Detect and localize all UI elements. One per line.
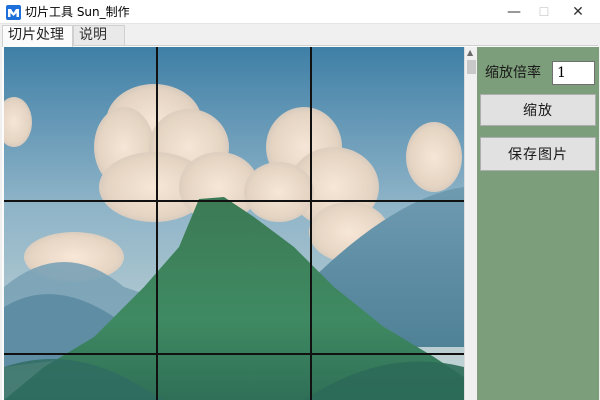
close-icon: ✕ (572, 4, 584, 20)
title-bar: 切片工具 Sun_制作 — ☐ ✕ (0, 0, 600, 24)
tab-bar: 切片处理 说明 (0, 24, 600, 47)
app-logo-icon (6, 5, 21, 20)
control-panel: 缩放倍率 缩放 保存图片 (477, 47, 599, 400)
zoom-button[interactable]: 缩放 (480, 94, 596, 126)
close-button[interactable]: ✕ (555, 0, 600, 24)
vertical-scrollbar[interactable]: ▲ (464, 47, 477, 400)
zoom-ratio-label: 缩放倍率 (485, 65, 541, 81)
zoom-ratio-input[interactable] (552, 61, 595, 85)
landscape-image (4, 47, 464, 400)
tab-slice-processing[interactable]: 切片处理 (2, 25, 73, 47)
maximize-icon: ☐ (538, 5, 550, 19)
image-canvas[interactable] (4, 47, 464, 400)
window-title: 切片工具 Sun_制作 (25, 5, 130, 19)
tab-instructions[interactable]: 说明 (73, 25, 125, 46)
scroll-up-icon[interactable]: ▲ (467, 49, 473, 57)
scroll-thumb[interactable] (467, 60, 476, 74)
save-image-button[interactable]: 保存图片 (480, 137, 596, 171)
